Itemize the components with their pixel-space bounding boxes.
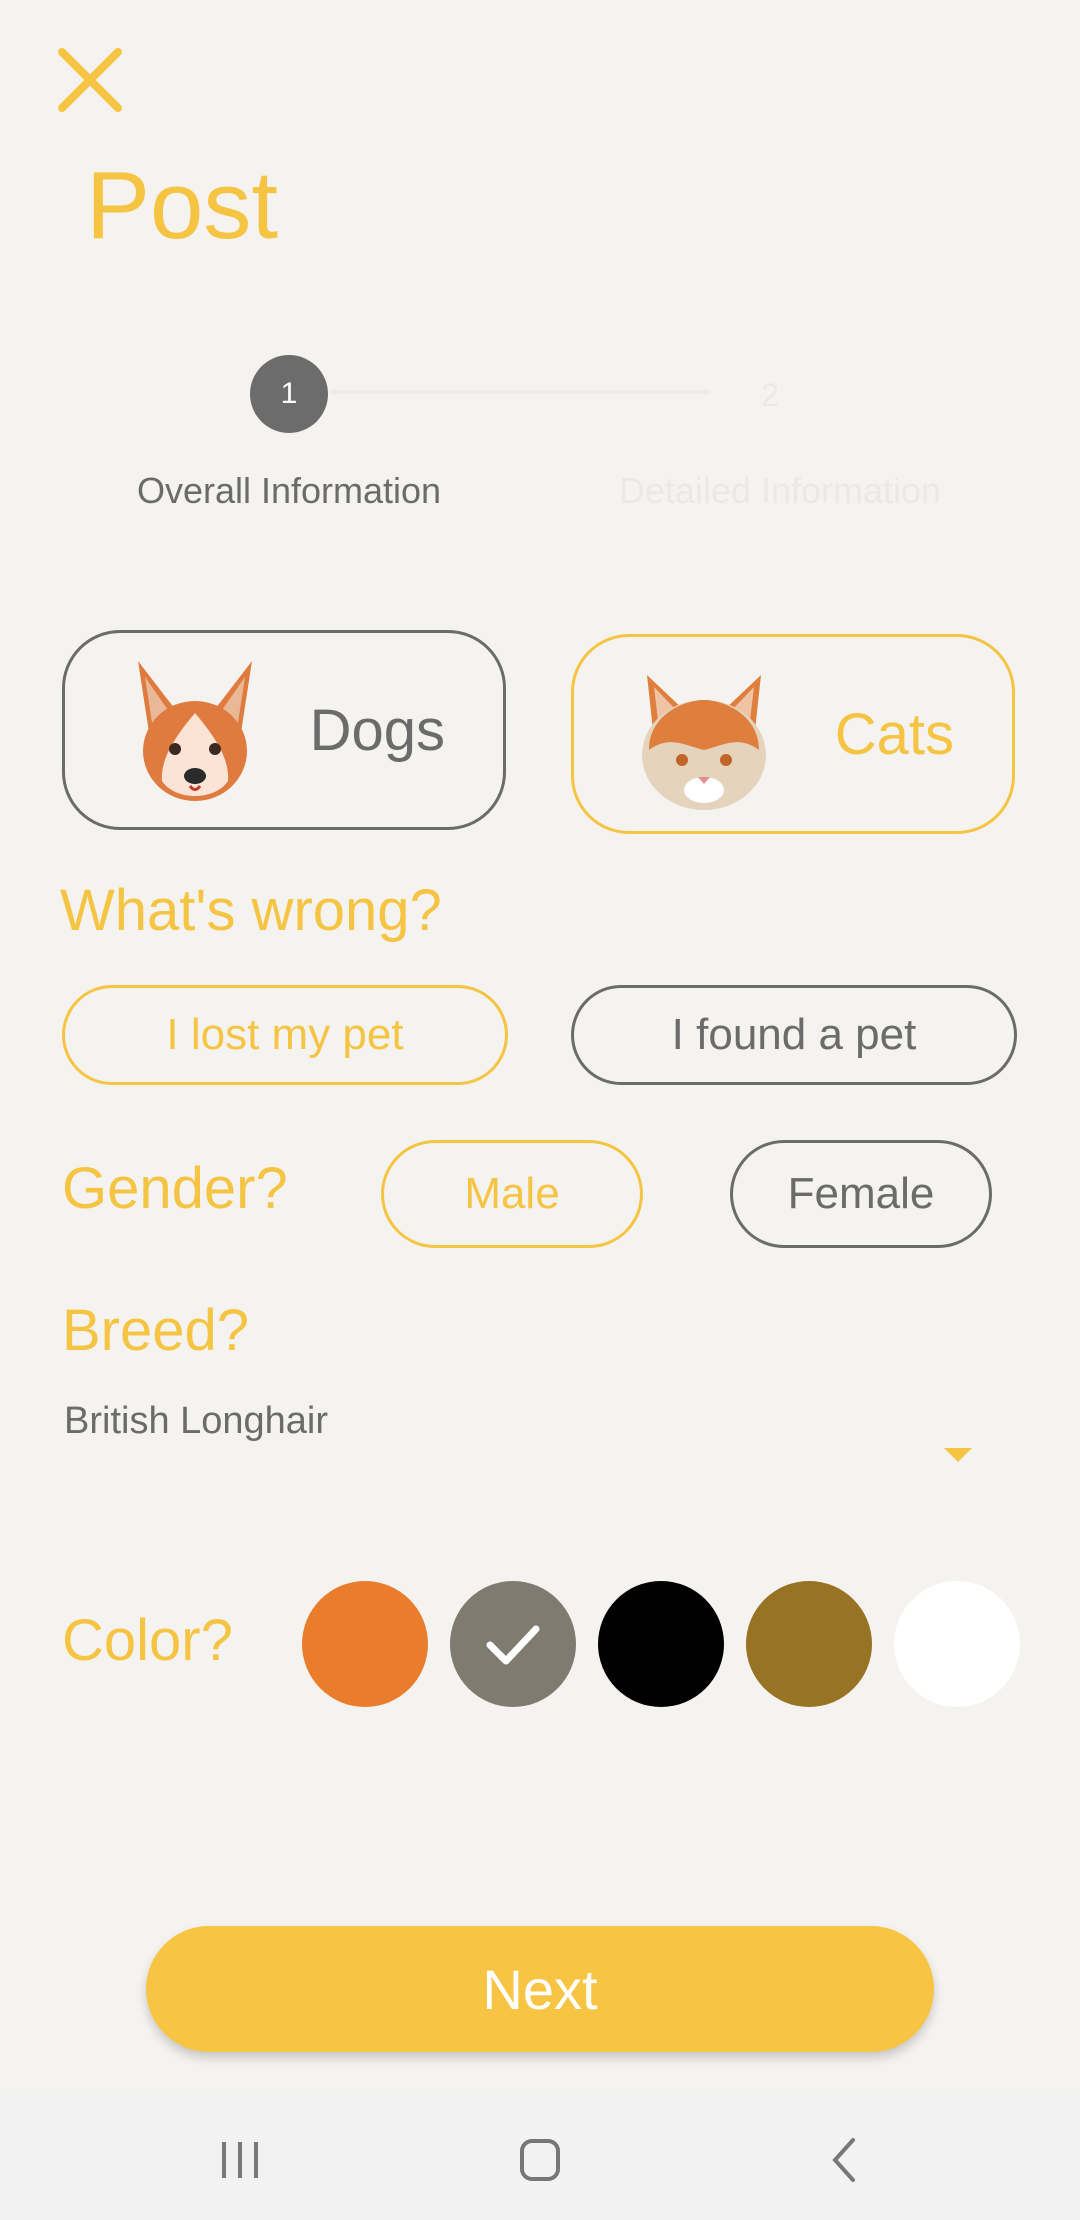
color-swatch-gray[interactable] xyxy=(450,1581,576,1707)
stepper-line xyxy=(330,390,710,394)
recent-apps-icon[interactable] xyxy=(210,2130,270,2190)
breed-select-value[interactable]: British Longhair xyxy=(64,1400,328,1443)
color-swatch-brown[interactable] xyxy=(746,1581,872,1707)
step-2-indicator: 2 xyxy=(761,376,779,413)
gender-label: Gender? xyxy=(62,1156,288,1221)
checkmark-icon xyxy=(486,1625,540,1665)
found-pet-button[interactable]: I found a pet xyxy=(571,985,1017,1085)
female-button[interactable]: Female xyxy=(730,1140,992,1248)
color-swatch-white[interactable] xyxy=(894,1581,1020,1707)
home-icon[interactable] xyxy=(510,2130,570,2190)
lost-pet-button[interactable]: I lost my pet xyxy=(62,985,508,1085)
dogs-card[interactable]: Dogs xyxy=(62,630,506,830)
step-2-label: Detailed Information xyxy=(618,470,942,511)
dropdown-arrow-icon[interactable] xyxy=(944,1448,972,1462)
step-1-indicator: 1 xyxy=(250,355,328,433)
whats-wrong-label: What's wrong? xyxy=(60,878,442,943)
dogs-label: Dogs xyxy=(309,697,445,763)
close-icon[interactable] xyxy=(40,30,140,130)
dog-face-icon xyxy=(138,661,252,801)
male-button[interactable]: Male xyxy=(381,1140,643,1248)
color-label: Color? xyxy=(62,1608,233,1673)
cat-face-icon xyxy=(642,675,766,810)
next-button[interactable]: Next xyxy=(146,1926,934,2052)
step-1-label: Overall Information xyxy=(136,470,442,511)
color-swatch-orange[interactable] xyxy=(302,1581,428,1707)
page-title: Post xyxy=(86,152,279,259)
back-icon[interactable] xyxy=(815,2130,875,2190)
cats-card[interactable]: Cats xyxy=(571,634,1015,834)
color-swatch-black[interactable] xyxy=(598,1581,724,1707)
breed-label: Breed? xyxy=(62,1298,250,1363)
cats-label: Cats xyxy=(834,701,954,767)
